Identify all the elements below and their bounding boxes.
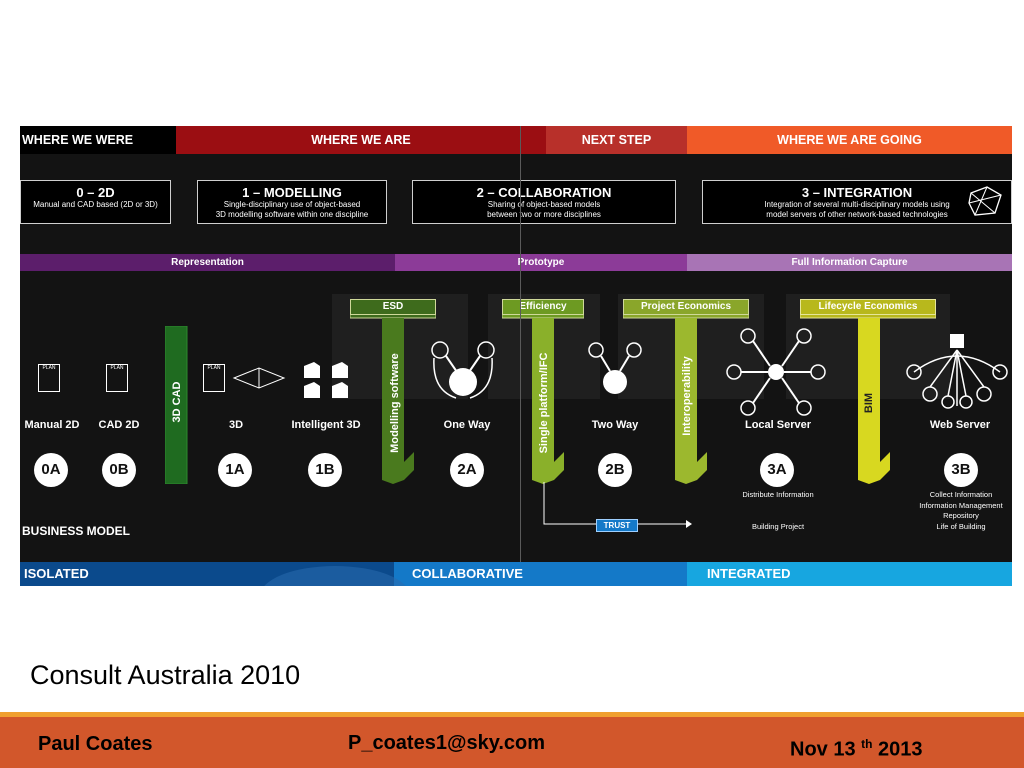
note-repository: Repository — [943, 511, 979, 520]
plan-sheet-label: PLAN — [42, 365, 56, 371]
stage-0-title: 0 – 2D — [76, 185, 115, 200]
3d-prism-icon — [232, 367, 286, 389]
band-integrated: INTEGRATED — [687, 562, 1012, 586]
badge-1b: 1B — [308, 453, 342, 487]
stage-1-title: 1 – MODELLING — [242, 185, 342, 200]
stage-2-title: 2 – COLLABORATION — [476, 185, 612, 200]
stage-3-integration: 3 – INTEGRATION Integration of several m… — [702, 180, 1012, 224]
building-blocks-icon — [304, 362, 348, 398]
badge-0a: 0A — [34, 453, 68, 487]
local-server-network-icon — [726, 328, 826, 416]
plan-sheet-label: PLAN — [207, 365, 221, 371]
caption-cad-2d: CAD 2D — [98, 419, 140, 431]
note-building-project: Building Project — [751, 522, 805, 531]
caption-two-way: Two Way — [591, 419, 639, 431]
pillar-3d-cad-label: 3D CAD — [171, 381, 183, 423]
label-efficiency: Efficiency — [502, 299, 584, 315]
band-full-capture: Full Information Capture — [687, 254, 1012, 271]
badge-0b: 0B — [102, 453, 136, 487]
note-distribute-information: Distribute Information — [742, 490, 814, 499]
footer-bar: Paul Coates P_coates1@sky.com Nov 13 th … — [0, 712, 1024, 768]
source-caption: Consult Australia 2010 — [30, 660, 301, 690]
stage-1-modelling: 1 – MODELLING Single-disciplinary use of… — [197, 180, 387, 224]
stage-2-subtitle-1: Sharing of object-based models — [487, 200, 601, 209]
caption-manual-2d: Manual 2D — [24, 419, 80, 431]
footer-email: P_coates1@sky.com — [348, 732, 546, 754]
label-project-economics: Project Economics — [623, 299, 749, 315]
note-life-of-building: Life of Building — [936, 522, 986, 531]
badge-1a: 1A — [218, 453, 252, 487]
label-modelling-software: Modelling software — [389, 353, 401, 453]
plan-sheet-icon: PLAN — [106, 364, 128, 392]
label-bim: BIM — [863, 392, 875, 414]
label-interoperability: Interoperability — [681, 356, 693, 436]
header-next-step: NEXT STEP — [546, 126, 687, 154]
stage-0-subtitle: Manual and CAD based (2D or 3D) — [33, 200, 158, 209]
footer-date-prefix: Nov 13 — [790, 738, 862, 761]
caption-web-server: Web Server — [929, 419, 991, 431]
plan-sheet-label: PLAN — [110, 365, 124, 371]
band-prototype: Prototype — [395, 254, 687, 271]
badge-3b: 3B — [944, 453, 978, 487]
footer-author: Paul Coates — [38, 733, 153, 755]
business-model-label: BUSINESS MODEL — [22, 524, 131, 538]
bim-maturity-diagram: WHERE WE WERE WHERE WE ARE NEXT STEP WHE… — [20, 126, 1012, 586]
network-cube-icon — [968, 186, 1002, 216]
band-representation: Representation — [20, 254, 395, 271]
badge-2a: 2A — [450, 453, 484, 487]
header-where-we-were: WHERE WE WERE — [20, 126, 176, 154]
plan-sheet-icon: PLAN — [203, 364, 225, 392]
divider-line — [520, 126, 521, 586]
label-lifecycle-economics: Lifecycle Economics — [800, 299, 936, 315]
band-collaborative: COLLABORATIVE — [394, 562, 687, 586]
stage-2-subtitle-2: between two or more disciplines — [487, 210, 601, 219]
note-information-management: Information Management — [919, 501, 1003, 510]
footer-date-sup: th — [861, 737, 873, 751]
web-server-network-icon — [906, 334, 1008, 409]
caption-3d: 3D — [228, 419, 244, 431]
stage-1-subtitle-1: Single-disciplinary use of object-based — [223, 200, 361, 209]
caption-local-server: Local Server — [744, 419, 812, 431]
footer-date-suffix: 2013 — [872, 738, 923, 761]
two-way-network-icon — [588, 342, 642, 394]
stage-0-2d: 0 – 2D Manual and CAD based (2D or 3D) — [20, 180, 171, 224]
stage-1-subtitle-2: 3D modelling software within one discipl… — [215, 210, 369, 219]
caption-intelligent-3d: Intelligent 3D — [291, 419, 361, 431]
label-single-platform: Single platform/IFC — [538, 352, 550, 454]
badge-3a: 3A — [760, 453, 794, 487]
header-where-we-are: WHERE WE ARE — [176, 126, 546, 154]
label-esd: ESD — [350, 299, 436, 315]
one-way-network-icon — [431, 341, 495, 399]
header-where-going: WHERE WE ARE GOING — [687, 126, 1012, 154]
note-collect-information: Collect Information — [929, 490, 993, 499]
plan-sheet-icon: PLAN — [38, 364, 60, 392]
footer-date: Nov 13 th 2013 — [790, 737, 923, 762]
trust-label: TRUST — [596, 519, 638, 532]
caption-one-way: One Way — [443, 419, 491, 431]
stage-2-collaboration: 2 – COLLABORATION Sharing of object-base… — [412, 180, 676, 224]
